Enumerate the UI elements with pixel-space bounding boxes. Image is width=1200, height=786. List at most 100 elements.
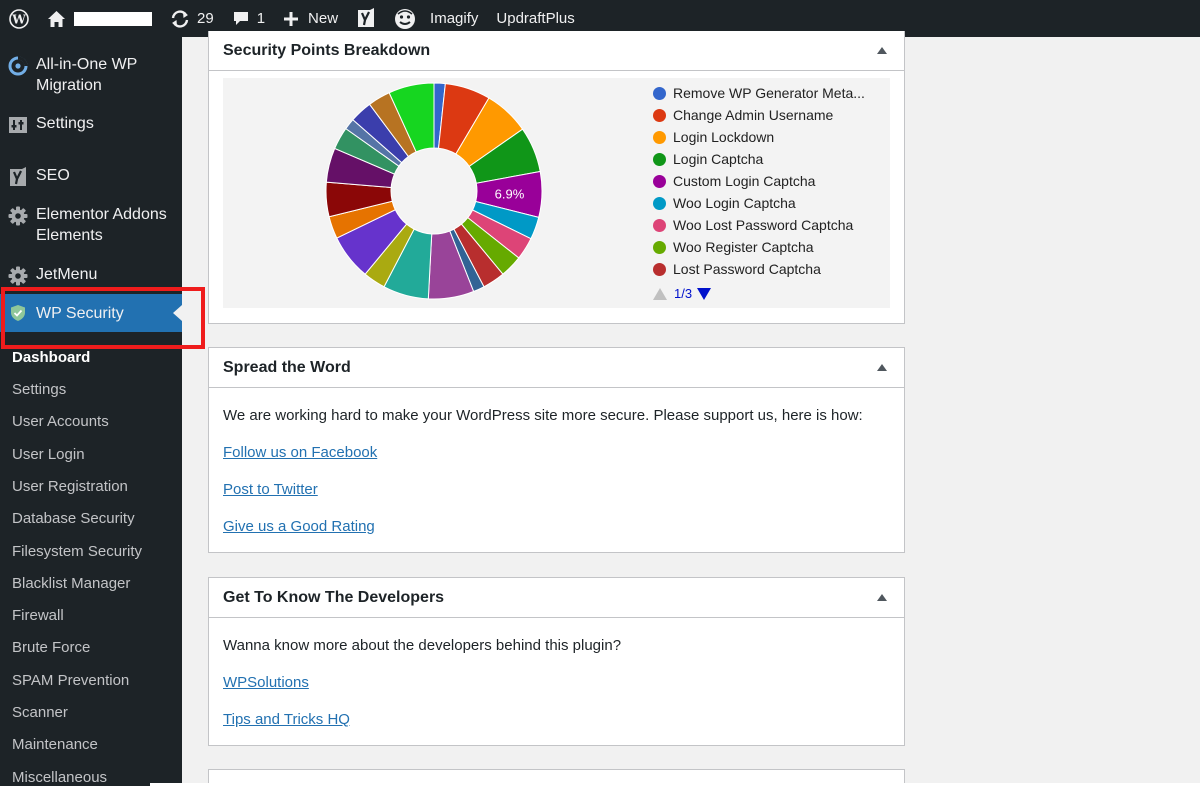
panel-title: Security Points Breakdown xyxy=(223,41,431,59)
submenu-item-settings[interactable]: Settings xyxy=(12,380,66,400)
panel-inside: Wanna know more about the developers beh… xyxy=(209,618,904,765)
legend-label: Login Lockdown xyxy=(673,129,775,145)
submenu-item-user-accounts[interactable]: User Accounts xyxy=(12,412,109,432)
legend-label: Lost Password Captcha xyxy=(673,261,821,277)
legend-swatch xyxy=(653,262,666,276)
developers-intro-text: Wanna know more about the developers beh… xyxy=(223,637,622,654)
panel-header: Spread the Word xyxy=(209,348,904,388)
migration-icon xyxy=(0,54,36,76)
submenu-item-scanner[interactable]: Scanner xyxy=(12,703,68,723)
panel-inside: 6.9% Remove WP Generator Meta... Change A… xyxy=(209,71,904,323)
imagify-label: Imagify xyxy=(430,10,479,27)
post-twitter-link[interactable]: Post to Twitter xyxy=(223,481,318,498)
good-rating-link[interactable]: Give us a Good Rating xyxy=(223,518,375,535)
submenu-item-blacklist-manager[interactable]: Blacklist Manager xyxy=(12,574,130,594)
legend-swatch xyxy=(653,174,666,188)
sidebar-item-label: JetMenu xyxy=(36,266,98,283)
home-icon xyxy=(47,10,66,28)
sidebar-item-label: Elementor Addons Elements xyxy=(36,206,167,244)
legend-prev-icon[interactable] xyxy=(653,287,667,300)
legend-item[interactable]: Woo Lost Password Captcha xyxy=(653,214,883,236)
settings-icon xyxy=(0,113,36,135)
submenu-item-filesystem-security[interactable]: Filesystem Security xyxy=(12,542,142,562)
legend-item[interactable]: Custom Login Captcha xyxy=(653,170,883,192)
submenu-item-maintenance[interactable]: Maintenance xyxy=(12,735,98,755)
red-highlight-box xyxy=(1,287,205,349)
panel-header: Get To Know The Developers xyxy=(209,578,904,618)
legend-item[interactable]: Change Admin Username xyxy=(653,104,883,126)
imagify-icon xyxy=(394,8,416,30)
legend-item[interactable]: Woo Register Captcha xyxy=(653,236,883,258)
sidebar-item-label: Settings xyxy=(36,115,94,132)
collapse-toggle-icon[interactable] xyxy=(877,364,887,371)
sidebar-item-label: SEO xyxy=(36,167,70,184)
admin-sidebar: All-in-One WP Migration Settings SEO Ele… xyxy=(0,37,205,786)
collapse-toggle-icon[interactable] xyxy=(877,47,887,54)
updraftplus-label: UpdraftPlus xyxy=(496,10,575,27)
legend-item[interactable]: Remove WP Generator Meta... xyxy=(653,82,883,104)
updates-icon xyxy=(170,9,190,28)
gear-icon xyxy=(0,264,36,286)
chart-legend: Remove WP Generator Meta... Change Admin … xyxy=(653,82,883,280)
sidebar-item-jetmenu[interactable]: JetMenu xyxy=(0,264,182,286)
legend-label: Login Captcha xyxy=(673,151,764,167)
legend-label: Woo Lost Password Captcha xyxy=(673,217,854,233)
security-points-breakdown-panel: Security Points Breakdown 6.9% Remove WP… xyxy=(208,31,905,324)
legend-swatch xyxy=(653,108,666,122)
donut-chart: 6.9% xyxy=(325,82,543,300)
legend-page-label: 1/3 xyxy=(674,286,693,301)
legend-swatch xyxy=(653,86,666,100)
panel-title: Spread the Word xyxy=(223,358,351,376)
legend-label: Change Admin Username xyxy=(673,107,834,123)
site-home-link[interactable] xyxy=(38,0,161,37)
legend-swatch xyxy=(653,196,666,210)
collapse-toggle-icon[interactable] xyxy=(877,594,887,601)
sidebar-item-elementor-addons-elements[interactable]: Elementor Addons Elements xyxy=(0,204,182,246)
legend-swatch xyxy=(653,152,666,166)
security-points-chart: 6.9% Remove WP Generator Meta... Change A… xyxy=(223,78,890,308)
legend-next-icon[interactable] xyxy=(697,287,712,300)
submenu-item-miscellaneous[interactable]: Miscellaneous xyxy=(12,768,107,786)
plus-icon xyxy=(283,11,299,27)
submenu-item-spam-prevention[interactable]: SPAM Prevention xyxy=(12,671,129,691)
comments-count: 1 xyxy=(256,10,266,27)
gear-icon xyxy=(0,204,36,226)
submenu-item-database-security[interactable]: Database Security xyxy=(12,509,135,529)
legend-swatch xyxy=(653,130,666,144)
sidebar-item-all-in-one-wp-migration[interactable]: All-in-One WP Migration xyxy=(0,54,182,96)
legend-label: Woo Register Captcha xyxy=(673,239,814,255)
sidebar-item-settings[interactable]: Settings xyxy=(0,113,182,135)
yoast-icon xyxy=(356,7,376,30)
spread-intro-text: We are working hard to make your WordPre… xyxy=(223,407,863,424)
wordpress-logo-icon[interactable]: W xyxy=(0,0,38,37)
legend-item[interactable]: Login Captcha xyxy=(653,148,883,170)
legend-item[interactable]: Lost Password Captcha xyxy=(653,258,883,280)
svg-text:W: W xyxy=(11,12,26,26)
legend-label: Woo Login Captcha xyxy=(673,195,796,211)
panel-inside: We are working hard to make your WordPre… xyxy=(209,388,904,572)
legend-item[interactable]: Login Lockdown xyxy=(653,126,883,148)
updates-count: 29 xyxy=(197,10,214,27)
follow-facebook-link[interactable]: Follow us on Facebook xyxy=(223,444,377,461)
legend-item[interactable]: Woo Login Captcha xyxy=(653,192,883,214)
legend-label: Custom Login Captcha xyxy=(673,173,816,189)
panel-title: Get To Know The Developers xyxy=(223,588,445,606)
sidebar-item-seo[interactable]: SEO xyxy=(0,165,182,189)
submenu-item-user-login[interactable]: User Login xyxy=(12,445,85,465)
wpsolutions-link[interactable]: WPSolutions xyxy=(223,674,309,691)
submenu-item-firewall[interactable]: Firewall xyxy=(12,606,64,626)
new-label: New xyxy=(308,10,339,27)
slice-percent-label: 6.9% xyxy=(495,186,525,201)
panel-header: Security Points Breakdown xyxy=(209,31,904,71)
legend-label: Remove WP Generator Meta... xyxy=(673,85,865,101)
spread-the-word-panel: Spread the Word We are working hard to m… xyxy=(208,347,905,553)
legend-swatch xyxy=(653,240,666,254)
submenu-item-dashboard[interactable]: Dashboard xyxy=(12,348,90,368)
submenu-item-user-registration[interactable]: User Registration xyxy=(12,477,128,497)
comment-icon xyxy=(232,10,250,27)
submenu-item-brute-force[interactable]: Brute Force xyxy=(12,638,90,658)
legend-swatch xyxy=(653,218,666,232)
developers-panel: Get To Know The Developers Wanna know mo… xyxy=(208,577,905,746)
site-name-redacted xyxy=(74,11,152,26)
tips-and-tricks-link[interactable]: Tips and Tricks HQ xyxy=(223,711,350,728)
